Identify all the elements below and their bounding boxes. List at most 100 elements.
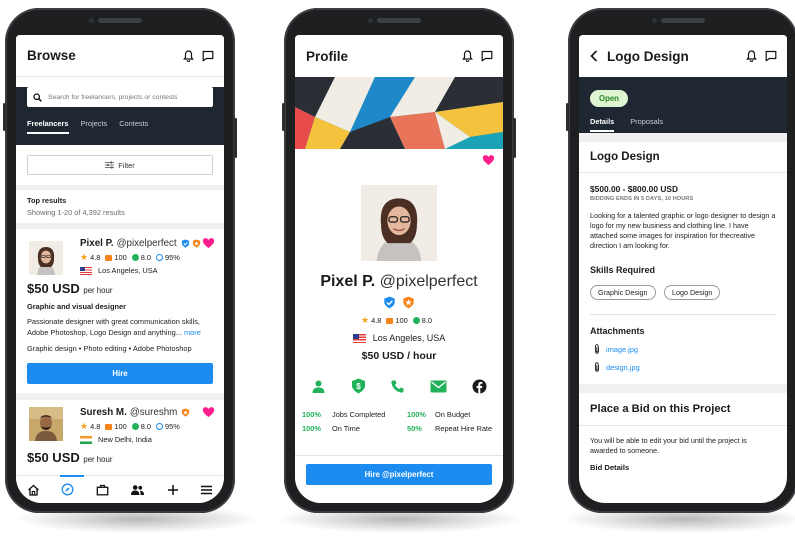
avatar: [29, 241, 63, 275]
profile-rate: $50 USD / hour: [361, 350, 437, 362]
bidding-ends: BIDDING ENDS IN 5 DAYS, 10 HOURS: [590, 196, 694, 202]
completion-stat: 95%: [155, 253, 180, 262]
bell-icon[interactable]: [746, 50, 757, 62]
heart-icon[interactable]: [482, 154, 495, 166]
bid-title: Place a Bid on this Project: [590, 403, 731, 416]
tab-freelancers[interactable]: Freelancers: [27, 112, 69, 134]
attachment-link[interactable]: design.jpg: [606, 363, 640, 372]
mail-icon[interactable]: [430, 380, 447, 393]
star-icon: ★: [80, 421, 89, 432]
skill-chip[interactable]: Graphic Design: [590, 285, 656, 301]
profile-appbar: Profile: [295, 35, 503, 77]
freelancer-card[interactable]: Pixel P. @pixelperfect ★4.8 100 8.0 95%: [16, 229, 224, 393]
score-stat: 8.0: [131, 253, 151, 262]
phone-icon[interactable]: [390, 379, 405, 394]
hire-button[interactable]: Hire: [27, 363, 213, 385]
profile-location-row: Los Angeles, USA: [295, 333, 503, 343]
bid-details-title: Bid Details: [590, 463, 630, 473]
skill-chip[interactable]: Logo Design: [664, 285, 721, 301]
reviews-stat: 100: [105, 422, 127, 431]
freelancer-skills: Graphic design • Photo editing • Adobe P…: [27, 344, 192, 354]
chat-icon[interactable]: [765, 50, 777, 62]
cover-banner: [295, 77, 503, 149]
heart-icon[interactable]: [202, 406, 215, 418]
dollar-icon: [131, 254, 139, 261]
attachment-item[interactable]: design.jpg: [590, 362, 776, 373]
profile-location: Los Angeles, USA: [372, 333, 446, 343]
more-link[interactable]: more: [184, 328, 201, 337]
home-icon[interactable]: [27, 484, 40, 496]
review-icon: [386, 317, 394, 324]
freelancer-name[interactable]: Pixel P.: [80, 238, 114, 249]
stat-label: On Time: [332, 424, 360, 433]
hire-footer: Hire @pixelperfect: [295, 455, 503, 503]
results-count: Showing 1-20 of 4,392 results: [27, 208, 125, 217]
tab-contests[interactable]: Contests: [119, 112, 148, 134]
skills-list: Graphic Design Logo Design: [590, 282, 776, 316]
menu-icon[interactable]: [200, 485, 213, 495]
tab-proposals[interactable]: Proposals: [630, 110, 663, 132]
india-flag-icon: [80, 435, 92, 444]
compass-icon[interactable]: [61, 483, 74, 496]
stat-percent: 50%: [407, 424, 422, 433]
back-arrow-icon[interactable]: [590, 50, 598, 62]
attachment-link[interactable]: image.jpg: [606, 345, 638, 354]
profile-stats-row: ★ 4.8 100 8.0: [295, 315, 503, 326]
completion-stat: 95%: [155, 422, 180, 431]
divider: [579, 133, 787, 142]
tab-projects[interactable]: Projects: [81, 112, 108, 134]
profile-badges: [295, 296, 503, 309]
performance-stats: 100% Jobs Completed 100% On Budget 100% …: [295, 410, 503, 433]
person-icon[interactable]: [311, 379, 326, 394]
bell-icon[interactable]: [183, 49, 194, 62]
browse-tabs: Freelancers Projects Contests: [16, 112, 224, 134]
phone-browse: Browse Freelanc: [3, 8, 237, 513]
heart-icon[interactable]: [202, 237, 215, 249]
preferred-badge-icon: [403, 296, 414, 309]
paperclip-icon: [594, 344, 600, 355]
project-header-band: Open Details Proposals: [579, 77, 787, 133]
tab-details[interactable]: Details: [590, 110, 615, 132]
attachment-item[interactable]: image.jpg: [590, 344, 776, 355]
us-flag-icon: [80, 266, 92, 275]
shield-dollar-icon[interactable]: $: [351, 378, 366, 394]
project-description: Looking for a talented graphic or logo d…: [590, 211, 776, 251]
search-input[interactable]: [48, 93, 208, 101]
skills-title: Skills Required: [590, 265, 656, 276]
divider: [16, 393, 224, 401]
briefcase-icon[interactable]: [96, 484, 109, 496]
attachments-title: Attachments: [590, 326, 645, 337]
phone-profile: Profile Pixel P. @pixelperfect ★ 4.8 100…: [282, 8, 516, 513]
hourly-rate: $50 USD per hour: [27, 281, 113, 296]
results-header: Top results Showing 1-20 of 4,392 result…: [16, 190, 224, 223]
us-flag-icon: [352, 333, 366, 343]
verified-badge-icon: [181, 239, 189, 248]
chat-icon[interactable]: [202, 50, 214, 62]
bell-icon[interactable]: [462, 50, 473, 62]
project-heading: Logo Design: [590, 151, 660, 163]
people-icon[interactable]: [130, 484, 145, 496]
freelancer-name[interactable]: Suresh M.: [80, 407, 127, 418]
hire-freelancer-button[interactable]: Hire @pixelperfect: [306, 464, 492, 485]
paperclip-icon: [594, 362, 600, 373]
phone-project: Logo Design Open Details Proposals Logo …: [566, 8, 795, 513]
rating-stat: ★ 4.8: [80, 421, 101, 432]
filter-label: Filter: [118, 160, 135, 170]
profile-photo: [360, 185, 438, 261]
review-icon: [105, 423, 113, 430]
freelancer-card[interactable]: Suresh M. @sureshm ★ 4.8 100 8.0 95% New…: [16, 400, 224, 474]
page-title: Profile: [306, 48, 349, 64]
completion-ring-icon: [155, 254, 163, 261]
chat-icon[interactable]: [481, 50, 493, 62]
dollar-icon: [131, 423, 139, 431]
search-bar[interactable]: [27, 87, 213, 107]
facebook-icon[interactable]: [472, 379, 487, 394]
browse-appbar: Browse: [16, 35, 224, 77]
showcase-stage: Browse Freelanc: [0, 0, 795, 536]
plus-icon[interactable]: [167, 484, 179, 496]
freelancer-location: Los Angeles, USA: [98, 266, 158, 275]
completion-ring-icon: [155, 423, 163, 431]
filter-button[interactable]: Filter: [27, 155, 213, 175]
bottom-navigation: [16, 475, 224, 503]
reviews-stat: 100: [105, 253, 127, 262]
